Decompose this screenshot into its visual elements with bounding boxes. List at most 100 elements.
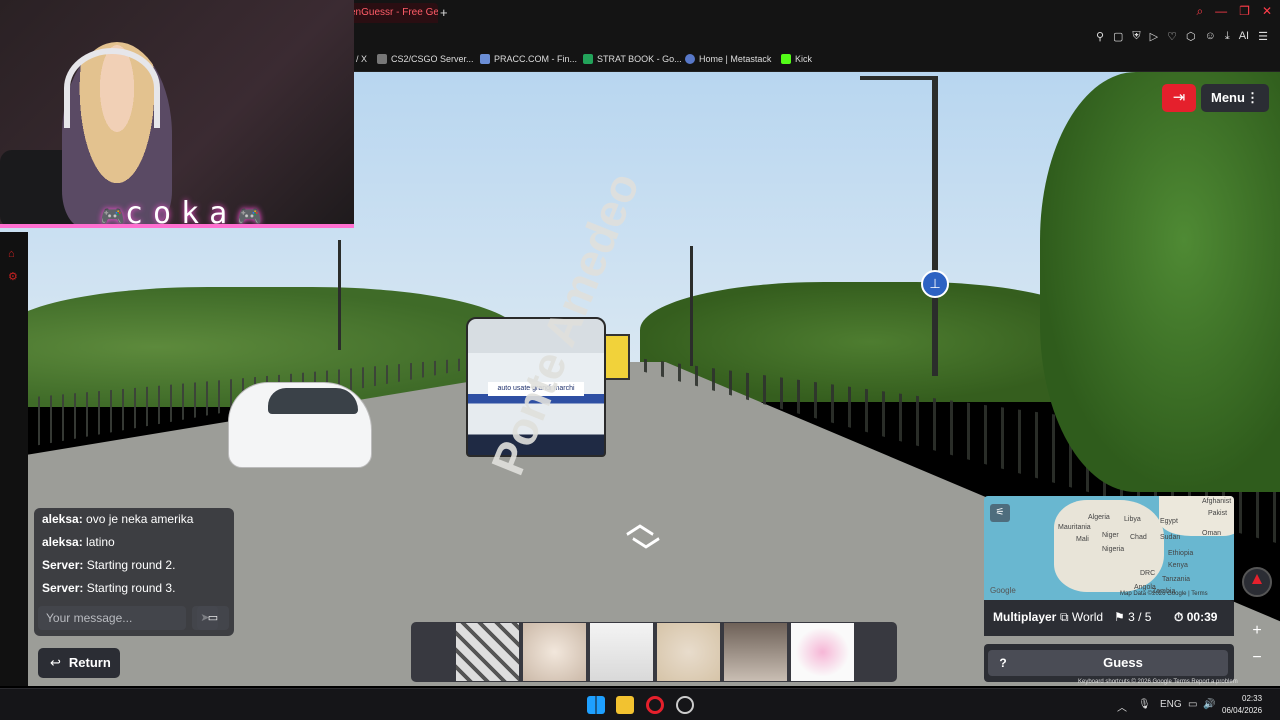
sheets-icon [583,54,593,64]
zoom-out-button[interactable]: − [1246,647,1268,669]
map-attribution: Map Data ©2026 Google | Terms [1120,591,1208,597]
tray-expand-icon[interactable]: ︿ [1117,699,1127,714]
pracc-icon [480,54,490,64]
volume-icon[interactable]: 🔊 [1203,699,1215,710]
help-button[interactable]: ? [988,650,1018,676]
app-icon[interactable] [676,696,694,714]
menu-button[interactable]: Menu ⋮ [1201,84,1269,112]
return-button[interactable]: ↩ Return [38,648,120,678]
map-label: Kenya [1168,562,1188,569]
bookmark-pracc[interactable]: PRACC.COM - Fin... [480,54,577,64]
street-lamp-left [338,240,341,350]
map-label: Mali [1076,536,1089,543]
map-label: Pakist [1208,510,1228,517]
ad-thumbnail[interactable] [590,623,653,681]
metastack-icon [685,54,695,64]
exit-button[interactable]: ⇥ [1162,84,1196,112]
timer: ⏱ 00:39 [1174,610,1218,624]
language-indicator[interactable]: ENG [1160,699,1182,710]
sidebar-icon[interactable]: ☰ [1258,30,1268,43]
streamer-name: 🎮coka🎮 [100,196,263,228]
map-label: Algeria [1088,514,1110,521]
bookmark-cs2[interactable]: CS2/CSGO Server... [377,54,474,64]
chat-message: Server: Starting round 2. [42,558,176,572]
ad-thumbnail[interactable] [724,623,787,681]
bike-lane-icon: ⊥ [921,270,949,298]
server-icon [377,54,387,64]
map-label: Tanzania [1162,576,1191,583]
bookmark-kick[interactable]: Kick [781,54,812,64]
map-credits: Keyboard shortcuts © 2026 Google Terms R… [1078,679,1238,685]
shield-icon[interactable]: ⛨ [1132,30,1140,43]
ai-icon[interactable]: AI [1239,30,1249,43]
chat-icon: ▭ [207,612,219,624]
ad-thumbnail[interactable] [791,623,854,681]
map-label: Egypt [1160,518,1178,525]
opera-gx-icon[interactable] [646,696,664,714]
map-label: DRC [1140,570,1156,577]
map-label: Niger [1102,532,1119,539]
guess-button[interactable]: Guess [1018,650,1228,676]
chat-message: aleksa: latino [42,535,115,549]
clock[interactable]: 02:33 06/04/2026 [1222,693,1262,717]
map-label: Libya [1124,516,1141,523]
bookmark-strat-book[interactable]: STRAT BOOK - Go... [583,54,682,64]
map-label: Chad [1130,534,1147,541]
map-label: Ethiopia [1168,550,1194,557]
bookmark-metastack[interactable]: Home | Metastack [685,54,771,64]
round-icon: ⚑ [1114,610,1125,624]
browser-tab[interactable]: enGuessr - Free Ge [340,3,438,23]
network-icon[interactable]: ▭ [1188,699,1197,710]
gamepad-icon: 🎮 [237,204,263,228]
google-logo: Google [990,586,1016,595]
headset-icon [64,48,160,128]
chat-message: aleksa: ovo je neka amerika [42,512,194,526]
toolbar-icons: ⚲ ▢ ⛨ ▷ ♡ ⬡ ☺ ⤓ AI ☰ [1096,30,1268,43]
side-strip: ⌂ ⚙ [0,232,28,686]
profile-icon[interactable]: ☺ [1205,30,1216,43]
ad-thumbnail[interactable] [456,623,519,681]
taskbar: ︿ 🎙 ENG ▭ 🔊 02:33 06/04/2026 [0,688,1280,720]
game-mode: Multiplayer [993,610,1057,624]
sliders-icon: ⚟ [995,507,1005,518]
heart-icon[interactable]: ♡ [1167,30,1177,43]
compass-icon[interactable] [1242,567,1272,597]
ad-thumbnail[interactable] [657,623,720,681]
snapshot-icon[interactable]: ▢ [1113,30,1123,43]
game-status-panel: Multiplayer ⧉ World ⚑ 3 / 5 ⏱ 00:39 [984,600,1234,636]
play-icon[interactable]: ▷ [1150,30,1158,43]
more-icon: ⋮ [1246,90,1259,105]
chat-input[interactable] [38,606,186,630]
map-label: Mauritania [1058,524,1091,531]
nav-arrow-back-icon[interactable]: ﹀ [632,530,660,570]
zoom-in-button[interactable]: + [1246,620,1268,642]
exit-icon: ⇥ [1172,89,1186,106]
webcam-overlay: 🎮coka🎮 [0,0,354,228]
home-icon[interactable]: ⌂ [8,248,15,260]
street-lamp [932,76,938,376]
maximize-icon[interactable]: ❐ [1239,4,1250,19]
pin-icon[interactable]: ⚲ [1096,30,1104,43]
minimize-icon[interactable]: — [1215,4,1227,19]
bookmark-x[interactable]: / X [356,54,367,64]
timer-icon: ⏱ [1174,610,1184,624]
ad-thumbnail[interactable] [523,623,586,681]
minimap[interactable]: Algeria Libya Egypt Niger Chad Sudan Nig… [984,496,1234,600]
microphone-icon[interactable]: 🎙 [1138,699,1151,710]
map-settings-button[interactable]: ⚟ [990,504,1010,522]
layers-icon: ⧉ [1060,610,1069,624]
chat-toggle-button[interactable]: ▭ [197,606,229,630]
return-arrow-icon: ↩ [50,655,61,670]
windows-start-icon[interactable] [587,696,605,714]
file-explorer-icon[interactable] [616,696,634,714]
settings-icon[interactable]: ⚙ [8,270,18,283]
kick-icon [781,54,791,64]
download-icon[interactable]: ⤓ [1225,30,1230,43]
screen: enGuessr - Free Ge + ⌕ — ❐ ✕ ⚲ ▢ ⛨ ▷ ♡ ⬡… [0,0,1280,720]
street-lamp-arm [860,76,936,80]
plus-icon[interactable]: + [440,5,448,20]
car-window [268,388,358,414]
extensions-icon[interactable]: ⬡ [1186,30,1196,43]
close-icon[interactable]: ✕ [1262,4,1272,19]
search-icon[interactable]: ⌕ [1196,4,1203,19]
